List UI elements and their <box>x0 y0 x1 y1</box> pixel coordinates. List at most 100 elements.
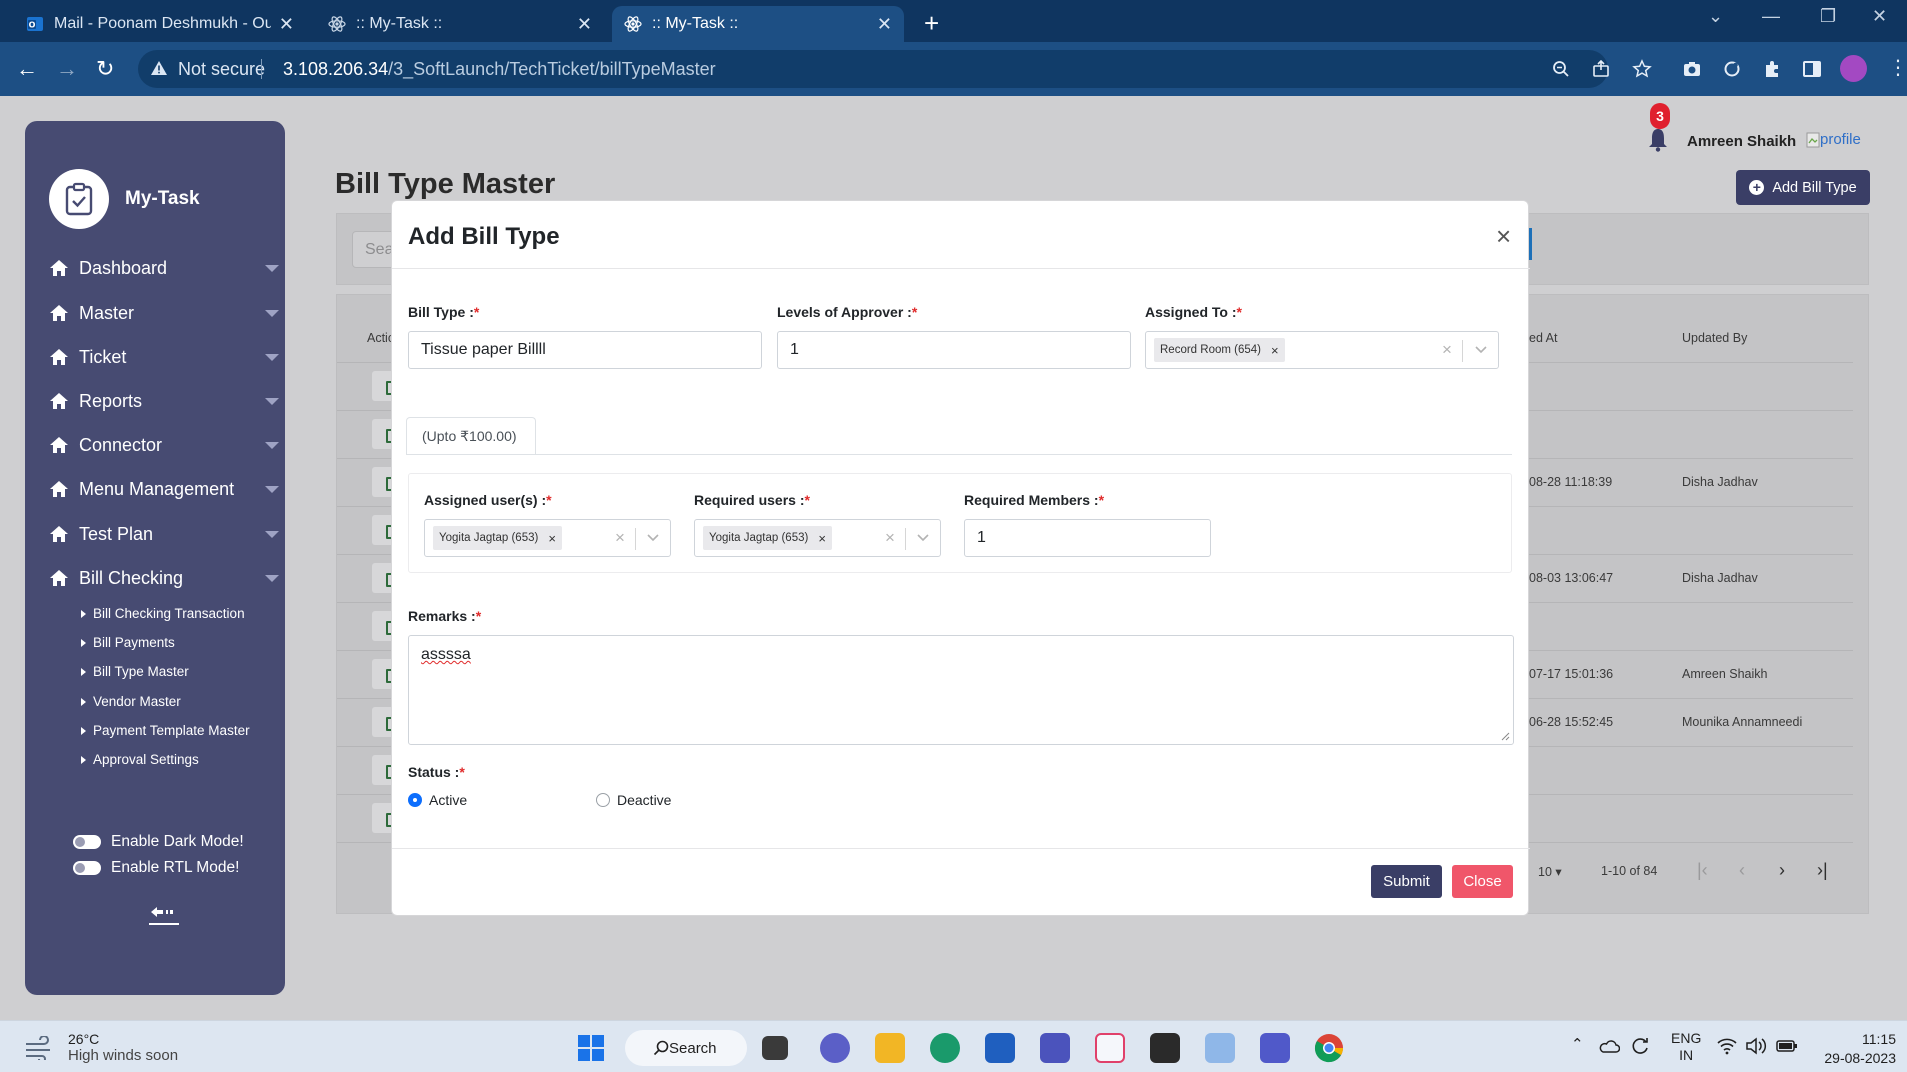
sidebar-subitem-vendor-master[interactable]: Vendor Master <box>81 694 181 709</box>
camera-extension-icon[interactable] <box>1682 59 1702 79</box>
sidebar-subitem-approval-settings[interactable]: Approval Settings <box>81 752 199 767</box>
reload-icon[interactable]: ↻ <box>96 56 114 82</box>
prev-page-icon[interactable]: ‹ <box>1739 860 1745 881</box>
sidebar-item-ticket[interactable]: Ticket <box>49 343 283 371</box>
remarks-textarea[interactable]: assssa <box>408 635 1514 745</box>
clock[interactable]: 11:15 29-08-2023 <box>1820 1030 1896 1068</box>
tab-close-icon[interactable]: ✕ <box>877 14 892 35</box>
close-button[interactable]: Close <box>1452 865 1513 898</box>
wifi-icon[interactable] <box>1717 1037 1737 1055</box>
levels-of-approver-input[interactable]: 1 <box>777 331 1131 369</box>
remove-chip-icon[interactable]: × <box>818 531 826 546</box>
bill-type-input[interactable]: Tissue paper Billll <box>408 331 762 369</box>
radio-selected[interactable] <box>408 793 422 807</box>
sidebar-item-test-plan[interactable]: Test Plan <box>49 520 283 548</box>
remove-chip-icon[interactable]: × <box>1271 343 1279 358</box>
teams-meet-icon[interactable] <box>820 1033 850 1063</box>
dark-mode-toggle[interactable]: Enable Dark Mode! <box>73 833 244 851</box>
task-view-icon[interactable] <box>762 1036 788 1060</box>
profile-image[interactable]: profile <box>1806 131 1861 148</box>
sidebar-item-bill-checking[interactable]: Bill Checking <box>49 564 283 592</box>
sidebar-subitem-bill-checking-transaction[interactable]: Bill Checking Transaction <box>81 606 245 621</box>
tray-overflow-icon[interactable]: ⌃ <box>1571 1035 1584 1053</box>
sidebar-item-connector[interactable]: Connector <box>49 431 283 459</box>
extensions-puzzle-icon[interactable] <box>1762 59 1782 79</box>
volume-icon[interactable] <box>1745 1036 1767 1056</box>
omnibox[interactable]: Not secure 3.108.206.34/3_SoftLaunch/Tec… <box>138 50 1652 88</box>
required-users-select[interactable]: Yogita Jagtap (653) × × <box>694 519 941 557</box>
radio-unselected[interactable] <box>596 793 610 807</box>
store-icon[interactable] <box>985 1033 1015 1063</box>
clear-icon[interactable]: × <box>615 528 625 548</box>
sidebar-item-dashboard[interactable]: Dashboard <box>49 254 283 282</box>
sidebar-item-reports[interactable]: Reports <box>49 387 283 415</box>
file-explorer-icon[interactable] <box>875 1033 905 1063</box>
url-text[interactable]: 3.108.206.34/3_SoftLaunch/TechTicket/bil… <box>283 59 716 80</box>
forward-icon[interactable]: → <box>56 56 78 82</box>
brand[interactable]: My-Task <box>49 169 200 229</box>
tab-outlook[interactable]: O Mail - Poonam Deshmukh - Outlo ✕ <box>14 6 306 42</box>
chevron-down-icon[interactable] <box>916 533 930 543</box>
search-button-edge[interactable] <box>1529 228 1532 260</box>
next-page-icon[interactable]: › <box>1779 860 1785 881</box>
required-members-input[interactable]: 1 <box>964 519 1211 557</box>
windows-start-icon[interactable] <box>577 1034 605 1062</box>
tab-level-1[interactable]: (Upto ₹100.00) <box>406 417 536 455</box>
clear-icon[interactable]: × <box>1442 340 1452 360</box>
chrome-icon[interactable] <box>1314 1033 1344 1063</box>
tab-my-task-1[interactable]: :: My-Task :: ✕ <box>316 6 604 42</box>
chevron-down-icon[interactable] <box>1474 345 1488 355</box>
collapse-sidebar-icon[interactable] <box>147 903 181 927</box>
sidebar-subitem-payment-template-master[interactable]: Payment Template Master <box>81 723 250 738</box>
teams-work-icon[interactable] <box>1260 1033 1290 1063</box>
new-tab-button[interactable]: + <box>924 8 939 39</box>
zoom-icon[interactable] <box>1552 60 1570 78</box>
bookmark-star-icon[interactable] <box>1632 59 1652 79</box>
toggle-switch[interactable] <box>73 861 101 875</box>
battery-icon[interactable] <box>1776 1037 1798 1055</box>
tab-close-icon[interactable]: ✕ <box>577 14 592 35</box>
page-size-select[interactable]: 10 ▾ <box>1538 864 1562 879</box>
assigned-to-select[interactable]: Record Room (654) × × <box>1145 331 1499 369</box>
sidebar-subitem-bill-type-master[interactable]: Bill Type Master <box>81 664 189 679</box>
sidebar-subitem-bill-payments[interactable]: Bill Payments <box>81 635 175 650</box>
weather-widget[interactable]: 26°C High winds soon <box>24 1031 178 1064</box>
share-icon[interactable] <box>1592 60 1610 78</box>
status-deactive-option[interactable]: Deactive <box>596 792 671 808</box>
resize-handle-icon[interactable] <box>1501 732 1510 741</box>
first-page-icon[interactable]: |‹ <box>1697 860 1708 881</box>
side-panel-icon[interactable] <box>1802 59 1822 79</box>
taskbar-search[interactable]: Search <box>625 1030 747 1066</box>
close-icon[interactable]: × <box>1496 223 1511 249</box>
back-icon[interactable]: ← <box>16 56 38 82</box>
sync-icon[interactable] <box>1630 1036 1650 1056</box>
user-name[interactable]: Amreen Shaikh <box>1687 133 1796 150</box>
teams-icon[interactable] <box>1040 1033 1070 1063</box>
sidebar-item-menu-management[interactable]: Menu Management <box>49 475 283 503</box>
add-bill-type-button[interactable]: + Add Bill Type <box>1736 170 1870 205</box>
extension-refresh-icon[interactable] <box>1722 59 1742 79</box>
window-close-icon[interactable]: ✕ <box>1872 6 1887 27</box>
sticky-notes-icon[interactable] <box>1150 1033 1180 1063</box>
onedrive-icon[interactable] <box>1598 1037 1620 1055</box>
status-active-option[interactable]: Active <box>408 792 467 808</box>
paint-icon[interactable] <box>1205 1033 1235 1063</box>
clear-icon[interactable]: × <box>885 528 895 548</box>
snipping-tool-icon[interactable] <box>1095 1033 1125 1063</box>
sidebar-item-master[interactable]: Master <box>49 299 283 327</box>
assigned-users-select[interactable]: Yogita Jagtap (653) × × <box>424 519 671 557</box>
remove-chip-icon[interactable]: × <box>548 531 556 546</box>
maximize-icon[interactable]: ❐ <box>1820 6 1836 27</box>
submit-button[interactable]: Submit <box>1371 865 1442 898</box>
chevron-down-icon[interactable] <box>646 533 660 543</box>
last-page-icon[interactable]: ›| <box>1817 860 1828 881</box>
edge-icon[interactable] <box>930 1033 960 1063</box>
toggle-switch[interactable] <box>73 835 101 849</box>
rtl-mode-toggle[interactable]: Enable RTL Mode! <box>73 859 239 877</box>
tab-my-task-2[interactable]: :: My-Task :: ✕ <box>612 6 904 42</box>
tab-close-icon[interactable]: ✕ <box>279 14 294 35</box>
minimize-icon[interactable]: — <box>1762 6 1780 27</box>
bell-icon[interactable] <box>1647 126 1669 152</box>
tab-search-icon[interactable]: ⌄ <box>1708 6 1723 27</box>
browser-profile-avatar[interactable] <box>1840 55 1867 82</box>
